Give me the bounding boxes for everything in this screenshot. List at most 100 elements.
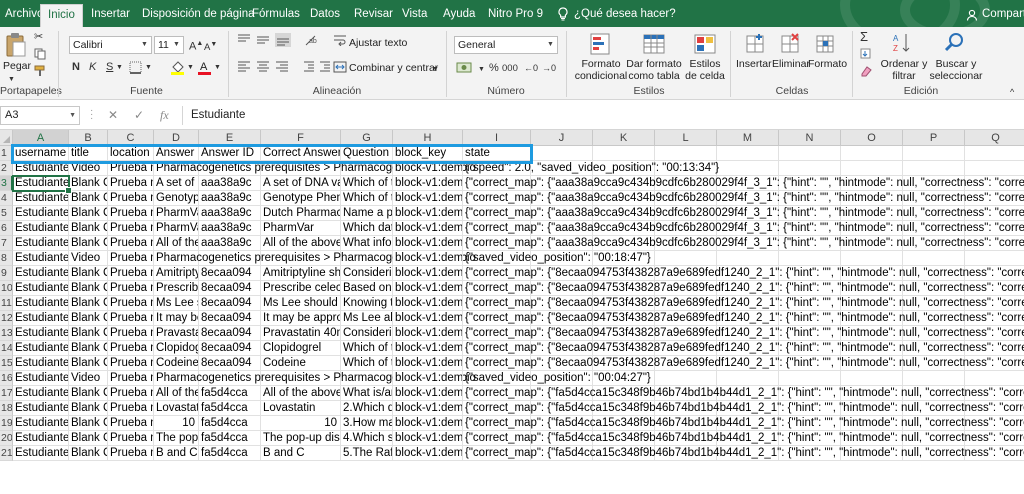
select-all-button[interactable] [0,130,13,146]
data-cell[interactable]: Prueba na [108,236,154,251]
currency-icon[interactable] [456,61,478,75]
collapse-ribbon-icon[interactable]: ^ [1010,85,1014,99]
row-header[interactable]: 21 [0,446,13,461]
sort-filter-icon[interactable]: A Z [892,32,914,54]
row-header[interactable]: 18 [0,401,13,416]
data-cell[interactable]: {"correct_map": {"8ecaa094753f438287a9e6… [463,311,1024,326]
data-cell[interactable]: Prueba na [108,251,154,266]
data-cell[interactable]: Which of t [341,356,393,371]
row-header[interactable]: 7 [0,236,13,251]
column-header-a[interactable]: A [13,130,69,146]
row-header[interactable]: 2 [0,161,13,176]
insert-cells-icon[interactable] [744,32,768,56]
data-cell[interactable]: fa5d4cca [199,386,261,401]
column-header-e[interactable]: E [199,130,261,146]
data-cell[interactable]: 10 [154,416,199,431]
data-cell[interactable]: {"correct_map": {"fa5d4cca15c348f9b46b74… [463,401,1024,416]
data-cell[interactable]: {"correct_map": {"8ecaa094753f438287a9e6… [463,341,1024,356]
format-painter-icon[interactable] [34,65,46,77]
row-header[interactable]: 16 [0,371,13,386]
format-cells-icon[interactable] [814,32,838,56]
tab-disposicion-pagina[interactable]: Disposición de página [142,4,255,27]
data-cell[interactable]: 8ecaa094 [199,326,261,341]
data-cell[interactable]: Blank Co [69,386,108,401]
data-cell[interactable]: Estudiante [13,281,69,296]
data-cell[interactable]: Estudiante [13,221,69,236]
data-cell[interactable]: Pharmacogenetics prerequisites > Pharmac… [154,251,476,266]
find-select-icon[interactable] [944,32,966,54]
data-cell[interactable]: PharmVa [154,206,199,221]
data-cell[interactable]: Video [69,251,108,266]
data-cell[interactable]: Estudiante [13,191,69,206]
format-as-table-icon[interactable] [642,32,666,56]
grid-cell[interactable] [779,161,841,176]
data-cell[interactable]: Blank Co [69,176,108,191]
data-cell[interactable]: {"correct_map": {"aaa38a9cca9c434b9cdfc6… [463,176,1024,191]
data-cell[interactable]: 8ecaa094 [199,266,261,281]
data-cell[interactable]: Blank Co [69,326,108,341]
data-cell[interactable]: Knowing t [341,296,393,311]
data-cell[interactable]: fa5d4cca [199,401,261,416]
conditional-format-icon[interactable] [589,32,613,56]
header-cell[interactable]: Question [341,146,393,161]
grid-cell[interactable] [965,161,1024,176]
data-cell[interactable]: block-v1:demo [393,251,463,266]
data-cell[interactable]: block-v1:demo [393,296,463,311]
data-cell[interactable]: 10 [261,416,341,431]
name-box[interactable]: A3 ▼ [0,106,80,125]
data-cell[interactable]: B and C [261,446,341,461]
data-cell[interactable]: Estudiante [13,371,69,386]
data-cell[interactable]: Amitripty [154,266,199,281]
tab-formulas[interactable]: Fórmulas [252,4,300,27]
data-cell[interactable]: A set of D [154,176,199,191]
merge-center-icon[interactable] [333,61,347,73]
tab-insertar[interactable]: Insertar [91,4,130,27]
header-cell[interactable]: username [13,146,69,161]
row-header[interactable]: 11 [0,296,13,311]
data-cell[interactable]: {"correct_map": {"fa5d4cca15c348f9b46b74… [463,416,1024,431]
data-cell[interactable]: Blank Co [69,431,108,446]
tab-revisar[interactable]: Revisar [354,4,393,27]
data-cell[interactable]: Estudiante [13,356,69,371]
data-cell[interactable]: A set of DNA vari [261,176,341,191]
row-header[interactable]: 13 [0,326,13,341]
formula-input[interactable]: Estudiante [182,106,1024,125]
merge-center-label[interactable]: Combinar y centrar [349,62,438,74]
data-cell[interactable]: 5.The Raffl [341,446,393,461]
data-cell[interactable]: Pravastatin 40mg [261,326,341,341]
data-cell[interactable]: Prueba na [108,326,154,341]
chevron-down-icon[interactable]: ▼ [214,61,221,75]
data-cell[interactable]: block-v1:demo [393,341,463,356]
vertical-align-icons[interactable] [236,33,296,47]
data-cell[interactable]: Considerin [341,326,393,341]
data-cell[interactable]: {"correct_map": {"aaa38a9cca9c434b9cdfc6… [463,221,1024,236]
clear-icon[interactable] [859,65,873,77]
grid-cell[interactable] [779,371,841,386]
data-cell[interactable]: block-v1:demo [393,401,463,416]
data-cell[interactable]: {"saved_video_position": "00:04:27"} [463,371,651,386]
data-cell[interactable]: fa5d4cca [199,431,261,446]
autosum-icon[interactable]: Σ [860,30,868,44]
data-cell[interactable]: Prueba na [108,416,154,431]
data-cell[interactable]: Prueba na [108,431,154,446]
data-cell[interactable]: block-v1:demo [393,191,463,206]
data-cell[interactable]: {"saved_video_position": "00:18:47"} [463,251,651,266]
column-header-h[interactable]: H [393,130,463,146]
row-header[interactable]: 8 [0,251,13,266]
chevron-down-icon[interactable]: ▼ [478,63,485,77]
row-header[interactable]: 19 [0,416,13,431]
data-cell[interactable]: Blank Co [69,341,108,356]
data-cell[interactable]: Blank Co [69,296,108,311]
column-header-d[interactable]: D [154,130,199,146]
column-header-c[interactable]: C [108,130,154,146]
data-cell[interactable]: Which of t [341,341,393,356]
data-cell[interactable]: Prueba na [108,176,154,191]
header-cell[interactable]: title [69,146,108,161]
thousands-button[interactable]: 000 [502,62,518,76]
row-header[interactable]: 9 [0,266,13,281]
underline-button[interactable]: S [106,60,113,74]
data-cell[interactable]: Video [69,161,108,176]
grid-cell[interactable] [841,251,903,266]
data-cell[interactable]: block-v1:demo [393,446,463,461]
tab-nitro-pro[interactable]: Nitro Pro 9 [488,4,543,27]
